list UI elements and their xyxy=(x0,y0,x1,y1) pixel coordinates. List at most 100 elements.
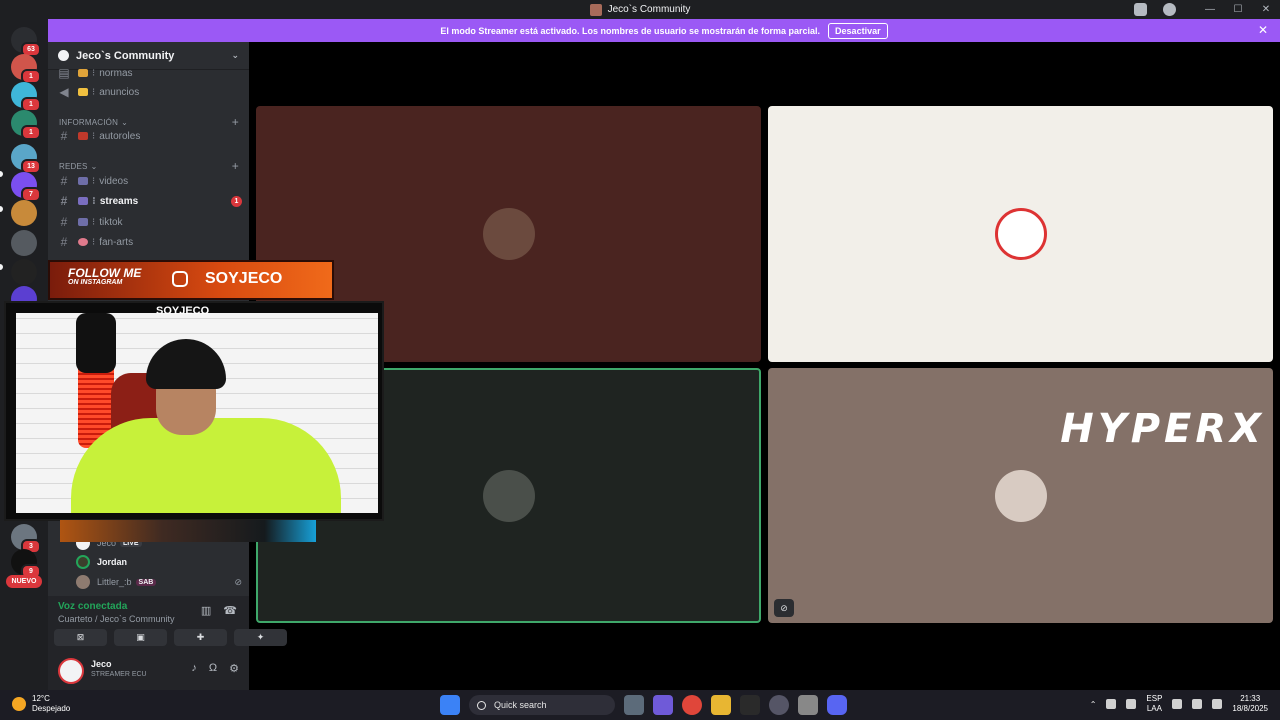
server-icon[interactable]: 1 xyxy=(11,110,41,140)
channel-streams[interactable]: # ⁝ streams 1 xyxy=(56,192,242,210)
clock[interactable]: 21:33 18/8/2025 xyxy=(1232,694,1268,714)
close-icon[interactable]: ✕ xyxy=(1258,23,1268,37)
webcam-view xyxy=(16,313,378,513)
headphones-icon[interactable]: Ω xyxy=(209,662,217,675)
channel-label: autoroles xyxy=(99,130,141,142)
microphone-icon[interactable]: ♪ xyxy=(191,662,197,675)
video-tile[interactable] xyxy=(768,106,1273,362)
channel-label: tiktok xyxy=(99,216,123,228)
emoji-icon xyxy=(78,88,88,96)
inbox-icon[interactable] xyxy=(1134,3,1147,16)
hash-icon: # xyxy=(60,194,68,208)
task-view-icon[interactable] xyxy=(624,695,644,715)
camera-off-button[interactable]: ⊠ xyxy=(54,629,107,646)
avatar[interactable] xyxy=(58,658,84,684)
epic-games-icon[interactable] xyxy=(740,695,760,715)
server-avatar-icon xyxy=(589,3,602,16)
maximize-button[interactable]: ☐ xyxy=(1224,4,1252,15)
overlay-stripe xyxy=(60,520,316,542)
battery-icon[interactable] xyxy=(1212,699,1223,709)
microphone-icon[interactable] xyxy=(1126,699,1137,709)
server-icon[interactable] xyxy=(11,259,37,285)
chevron-down-icon: ⌄ xyxy=(90,161,98,171)
server-icon[interactable]: 9 xyxy=(11,549,41,579)
server-icon[interactable]: 1 xyxy=(11,54,41,84)
channel-label: fan-arts xyxy=(99,236,134,248)
app-icon[interactable] xyxy=(798,695,818,715)
stream-overlay-banner: FOLLOW ME ON INSTAGRAM SOYJECO xyxy=(48,260,334,300)
webcam-overlay: SOYJECO xyxy=(4,301,384,521)
channel-fan-arts[interactable]: # ⁝ fan-arts xyxy=(56,233,242,251)
help-icon[interactable] xyxy=(1163,3,1176,16)
streamer-mode-banner: El modo Streamer está activado. Los nomb… xyxy=(48,19,1280,42)
chrome-icon[interactable] xyxy=(682,695,702,715)
channel-normas[interactable]: ▤ ⁝ normas xyxy=(56,64,242,82)
emoji-icon xyxy=(78,197,88,205)
chevron-down-icon: ⌄ xyxy=(121,117,128,127)
avatar xyxy=(994,208,1047,260)
system-tray: ⌃ ESP LAA 21:33 18/8/2025 xyxy=(1090,694,1268,714)
minimize-button[interactable]: — xyxy=(1196,4,1224,15)
announcement-icon: ◀ xyxy=(59,85,69,99)
screen-share-button[interactable]: ▣ xyxy=(114,629,167,646)
noise-suppression-icon[interactable]: ▥ xyxy=(201,604,211,617)
avatar xyxy=(76,575,90,589)
video-tile[interactable]: HYPERX ⊘ xyxy=(768,368,1273,623)
channel-autoroles[interactable]: # ⁝ autoroles xyxy=(56,127,242,145)
role-tag: SAB xyxy=(135,578,157,586)
server-icon xyxy=(58,50,69,61)
emoji-icon xyxy=(78,177,88,185)
channel-tiktok[interactable]: # ⁝ tiktok xyxy=(56,213,242,231)
emoji-icon xyxy=(78,218,88,226)
close-window-button[interactable]: ✕ xyxy=(1252,4,1280,15)
unread-pip xyxy=(0,264,3,270)
voice-connected-label[interactable]: Voz conectada xyxy=(58,601,127,612)
gear-icon[interactable]: ⚙ xyxy=(229,662,239,675)
language-indicator[interactable]: ESP LAA xyxy=(1146,694,1162,714)
server-icon[interactable] xyxy=(11,230,37,256)
user-name[interactable]: Jeco xyxy=(91,659,112,669)
emoji-icon xyxy=(78,238,88,246)
app-icon[interactable] xyxy=(769,695,789,715)
server-icon[interactable]: 3 xyxy=(11,524,41,554)
guild-name: Jeco`s Community xyxy=(76,49,175,62)
new-badge[interactable]: NUEVO xyxy=(6,575,42,588)
add-channel-icon[interactable]: + xyxy=(232,159,239,173)
voice-channel-label[interactable]: Cuarteto / Jeco`s Community xyxy=(58,614,175,624)
webcam-title: SOYJECO xyxy=(156,305,210,317)
discord-home-icon[interactable]: 63 xyxy=(11,27,41,57)
server-icon[interactable]: 7 xyxy=(11,172,41,202)
network-icon[interactable] xyxy=(1106,699,1117,709)
activities-button[interactable]: ✚ xyxy=(174,629,227,646)
server-icon[interactable]: 1 xyxy=(11,82,41,112)
voice-user[interactable]: Jordan xyxy=(76,553,242,571)
brand-logo: HYPERX xyxy=(1060,406,1265,452)
chevron-up-icon[interactable]: ⌃ xyxy=(1090,700,1097,709)
soundboard-button[interactable]: ✦ xyxy=(234,629,287,646)
category-redes[interactable]: REDES ⌄ + xyxy=(59,159,239,173)
hash-icon: # xyxy=(60,235,68,249)
deactivate-button[interactable]: Desactivar xyxy=(828,22,888,39)
server-icon[interactable] xyxy=(11,200,37,226)
server-icon[interactable]: 13 xyxy=(11,144,41,174)
voice-user[interactable]: Littler_:b SAB ⊘ xyxy=(76,573,242,591)
search-icon xyxy=(477,700,486,710)
channel-videos[interactable]: # ⁝ videos xyxy=(56,172,242,190)
instagram-icon xyxy=(172,271,188,287)
mention-badge: 1 xyxy=(231,195,242,207)
user-status: STREAMER ECU xyxy=(91,671,147,678)
wifi-icon[interactable] xyxy=(1172,699,1183,709)
windows-start-icon[interactable] xyxy=(440,695,460,715)
copilot-icon[interactable] xyxy=(653,695,673,715)
search-box[interactable]: Quick search xyxy=(469,695,615,715)
volume-icon[interactable] xyxy=(1192,699,1203,709)
channel-anuncios[interactable]: ◀ ⁝ anuncios xyxy=(56,83,242,101)
file-explorer-icon[interactable] xyxy=(711,695,731,715)
discord-icon[interactable] xyxy=(827,695,847,715)
channel-label: anuncios xyxy=(99,86,140,98)
separator: ⁝ xyxy=(92,86,96,98)
disconnect-icon[interactable]: ☎ xyxy=(223,604,237,617)
separator: ⁝ xyxy=(92,216,96,228)
weather-widget[interactable]: 12°C Despejado xyxy=(12,694,70,714)
category-label: REDES xyxy=(59,161,88,171)
